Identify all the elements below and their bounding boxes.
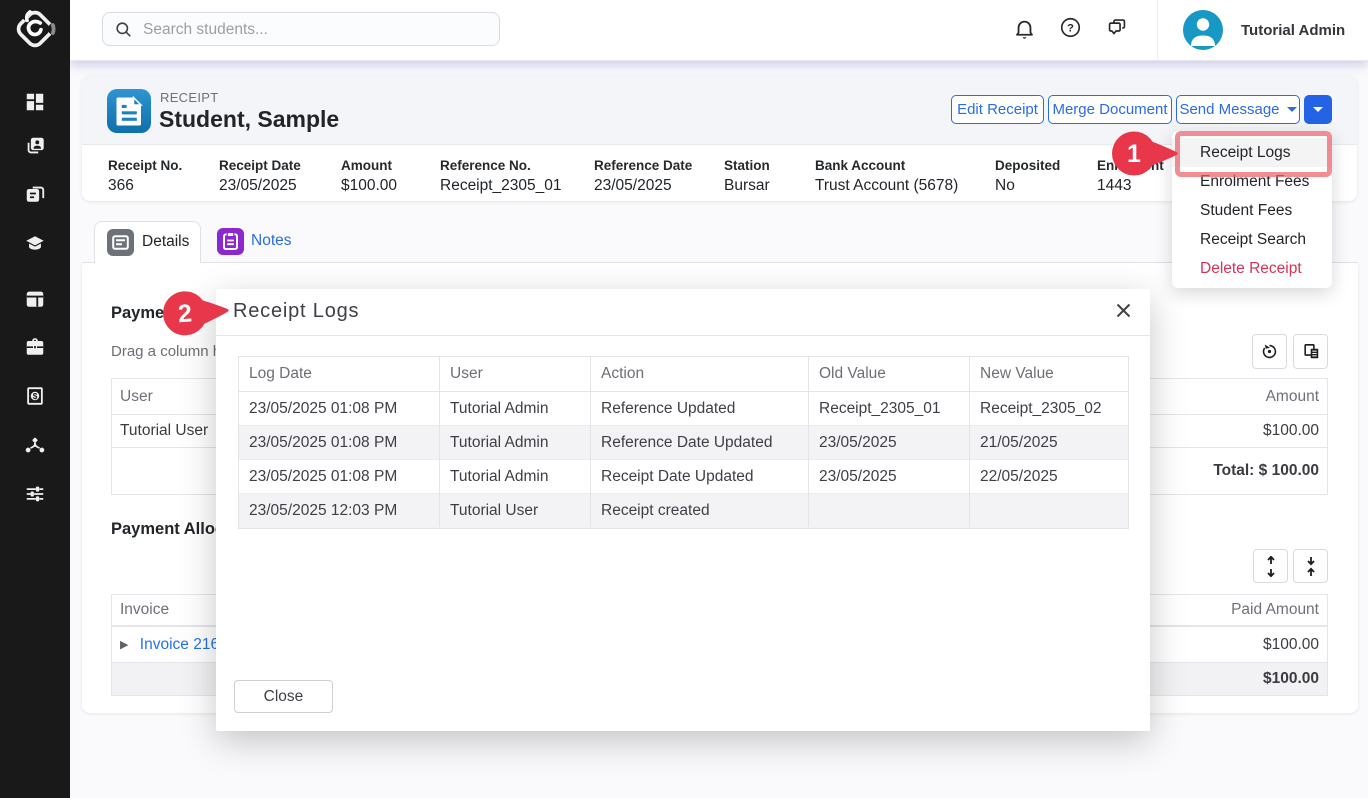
svg-text:2: 2 xyxy=(177,299,193,328)
svg-text:?: ? xyxy=(1067,23,1074,35)
svg-text:$: $ xyxy=(33,392,38,401)
svg-text:1: 1 xyxy=(1127,140,1141,168)
